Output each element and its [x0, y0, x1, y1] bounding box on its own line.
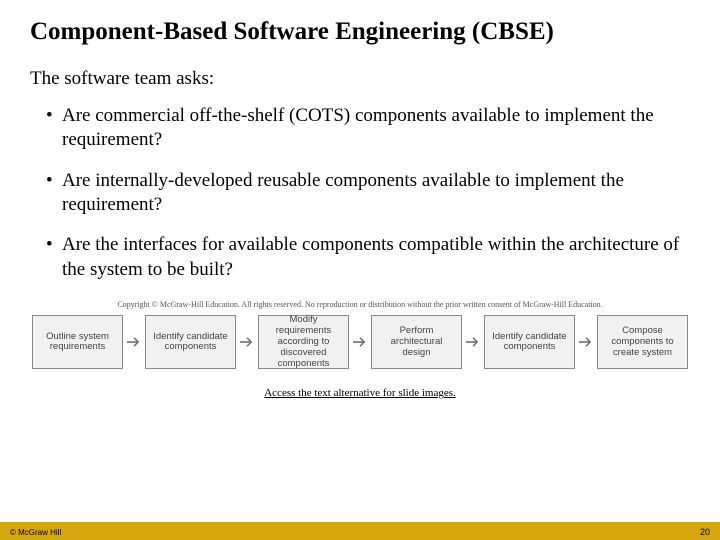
intro-text: The software team asks:: [30, 68, 690, 90]
arrow-right-icon: [240, 335, 254, 349]
flow-box: Modify requirements according to discove…: [258, 315, 349, 369]
footer-bar: [0, 522, 720, 540]
flow-box: Outline system requirements: [32, 315, 123, 369]
list-item: Are commercial off-the-shelf (COTS) comp…: [46, 104, 690, 153]
arrow-right-icon: [127, 335, 141, 349]
arrow-right-icon: [579, 335, 593, 349]
flow-box: Identify candidate components: [484, 315, 575, 369]
arrow-right-icon: [353, 335, 367, 349]
flow-box: Identify candidate components: [145, 315, 236, 369]
text-alternative-link[interactable]: Access the text alternative for slide im…: [30, 387, 690, 399]
image-copyright: Copyright © McGraw-Hill Education. All r…: [30, 300, 690, 310]
bullet-list: Are commercial off-the-shelf (COTS) comp…: [30, 104, 690, 282]
arrow-right-icon: [466, 335, 480, 349]
slide-number: 20: [700, 527, 710, 537]
flow-box: Compose components to create system: [597, 315, 688, 369]
list-item: Are the interfaces for available compone…: [46, 233, 690, 282]
process-flow: Outline system requirements Identify can…: [30, 315, 690, 369]
list-item: Are internally-developed reusable compon…: [46, 169, 690, 218]
flow-box: Perform architectural design: [371, 315, 462, 369]
footer-copyright: © McGraw Hill: [10, 528, 61, 537]
slide: Component-Based Software Engineering (CB…: [0, 0, 720, 540]
slide-title: Component-Based Software Engineering (CB…: [30, 18, 690, 46]
